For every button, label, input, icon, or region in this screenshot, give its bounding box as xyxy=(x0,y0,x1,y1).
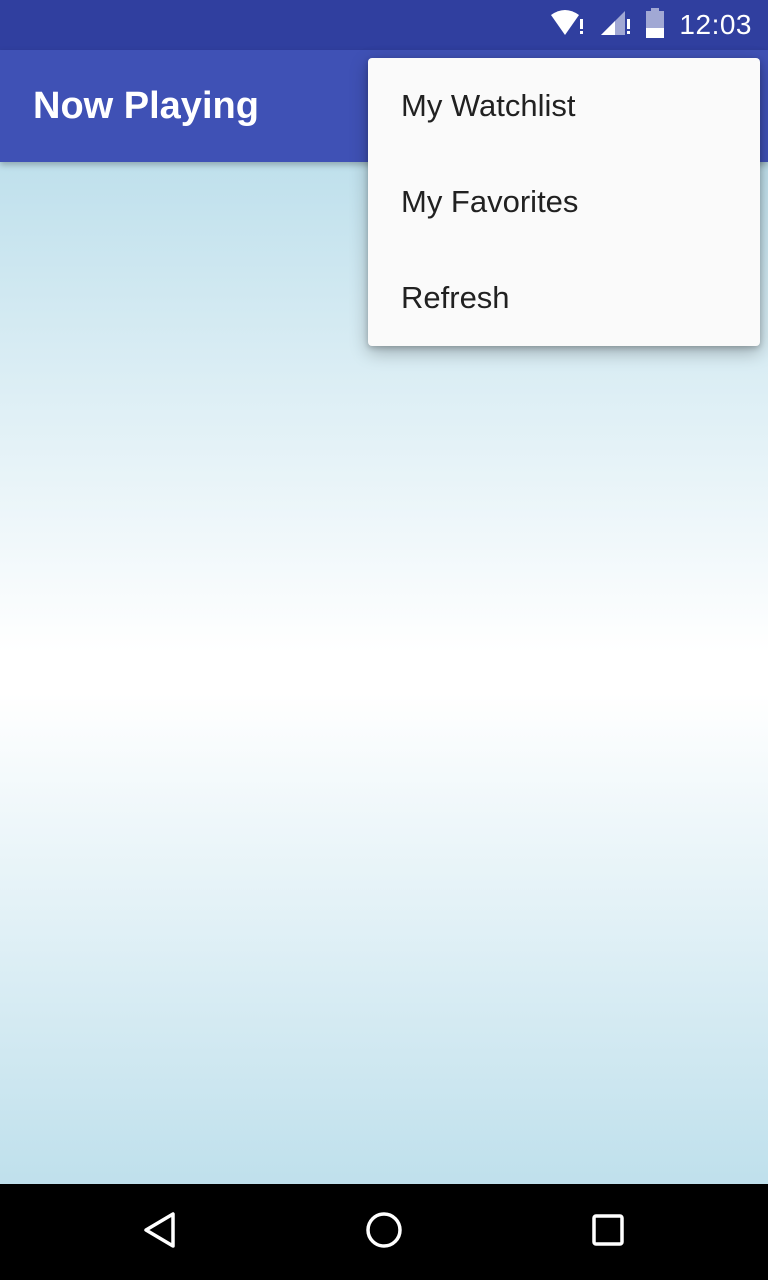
home-icon xyxy=(364,1210,404,1255)
recents-button[interactable] xyxy=(580,1204,636,1260)
overflow-menu: My Watchlist My Favorites Refresh xyxy=(368,58,760,346)
status-bar: 12:03 xyxy=(0,0,768,50)
status-icons: 12:03 xyxy=(549,0,752,50)
page-title: Now Playing xyxy=(33,85,259,127)
menu-item-refresh[interactable]: Refresh xyxy=(368,250,760,346)
home-button[interactable] xyxy=(356,1204,412,1260)
back-icon xyxy=(140,1210,180,1255)
navigation-bar xyxy=(0,1184,768,1280)
wifi-icon xyxy=(549,9,585,42)
cell-signal-icon xyxy=(599,9,631,42)
screen: 12:03 Now Playing My Watchlist My Favori… xyxy=(0,0,768,1280)
status-time: 12:03 xyxy=(679,9,752,40)
menu-item-my-watchlist[interactable]: My Watchlist xyxy=(368,58,760,154)
recents-icon xyxy=(588,1210,628,1255)
back-button[interactable] xyxy=(132,1204,188,1260)
menu-item-my-favorites[interactable]: My Favorites xyxy=(368,154,760,250)
battery-icon xyxy=(645,7,665,43)
